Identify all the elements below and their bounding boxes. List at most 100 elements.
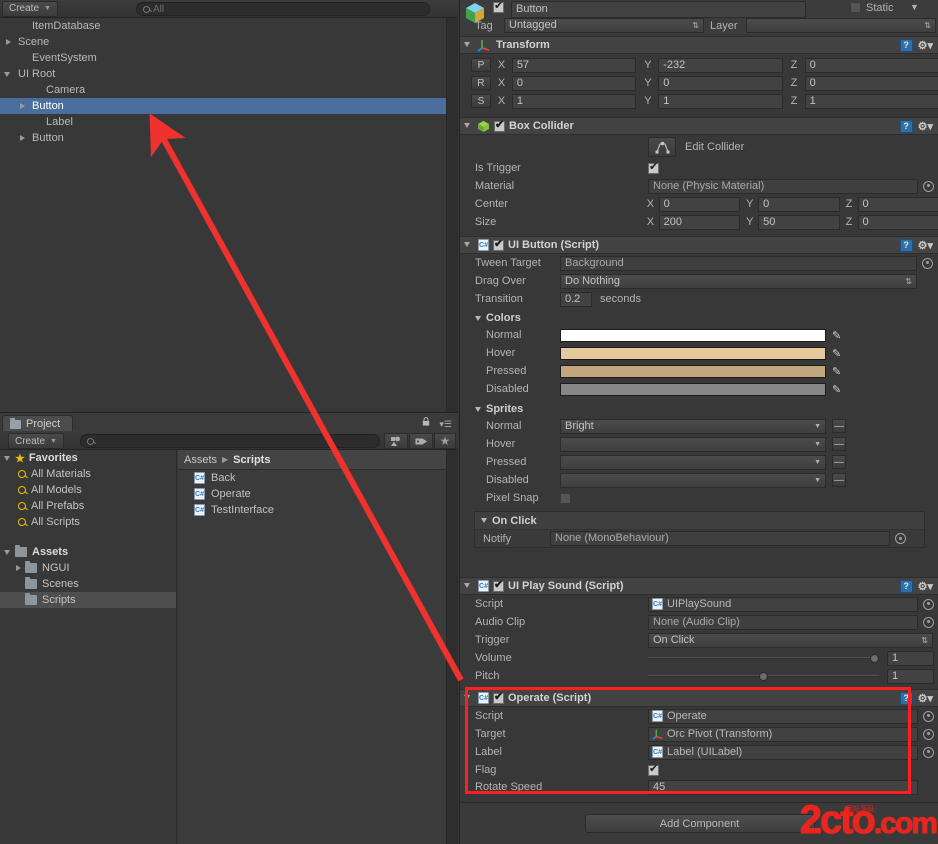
- favorite-all-scripts[interactable]: All Scripts: [0, 514, 176, 530]
- sprite-dropdown-pressed[interactable]: ▼: [560, 454, 826, 470]
- project-asset-list[interactable]: Assets ▶ Scripts C# Back C# Operate C# TestIn…: [178, 450, 446, 844]
- gear-icon[interactable]: ⚙▾: [918, 580, 933, 593]
- volume-slider[interactable]: [648, 654, 879, 663]
- add-component-button[interactable]: Add Component: [584, 814, 815, 833]
- pitch-slider[interactable]: [648, 672, 879, 681]
- transform-R-x-field[interactable]: 0: [511, 75, 637, 91]
- object-enabled-checkbox[interactable]: [493, 0, 504, 13]
- color-swatch-pressed[interactable]: [560, 364, 826, 378]
- operate-header[interactable]: C# Operate (Script) ? ⚙▾: [460, 689, 938, 707]
- center-z-field[interactable]: 0: [857, 196, 938, 212]
- object-picker-icon[interactable]: [923, 180, 934, 192]
- object-picker-icon[interactable]: [923, 710, 934, 722]
- hierarchy-create-button[interactable]: Create ▼: [2, 0, 58, 17]
- size-z-field[interactable]: 0: [857, 214, 938, 230]
- foldout-open-icon[interactable]: [4, 454, 13, 463]
- object-picker-icon[interactable]: [923, 728, 934, 740]
- transform-S-x-field[interactable]: 1: [511, 93, 637, 109]
- favorite-all-models[interactable]: All Models: [0, 482, 176, 498]
- hierarchy-search-input[interactable]: All: [136, 2, 430, 16]
- audio-clip-field[interactable]: None (Audio Clip): [648, 614, 918, 630]
- remove-sprite-button[interactable]: —: [832, 455, 846, 469]
- object-picker-icon[interactable]: [922, 257, 933, 269]
- sprites-foldout[interactable]: Sprites: [460, 401, 938, 417]
- transform-R-z-field[interactable]: 0: [804, 75, 938, 91]
- foldout-open-icon[interactable]: [464, 581, 474, 591]
- help-icon[interactable]: ?: [899, 119, 913, 133]
- hierarchy-scrollbar[interactable]: [446, 18, 458, 412]
- transform-S-z-field[interactable]: 1: [804, 93, 938, 109]
- foldout-open-icon[interactable]: [464, 693, 474, 703]
- transform-header[interactable]: Transform ? ⚙▾: [460, 36, 938, 54]
- hierarchy-item-camera[interactable]: Camera: [0, 82, 446, 98]
- foldout-closed-icon[interactable]: [18, 134, 27, 143]
- tag-dropdown[interactable]: Untagged ⇅: [504, 18, 704, 33]
- breadcrumb-root[interactable]: Assets: [184, 454, 217, 466]
- layer-dropdown[interactable]: ⇅: [746, 18, 936, 33]
- is-trigger-checkbox[interactable]: [648, 161, 659, 174]
- help-icon[interactable]: ?: [899, 579, 913, 593]
- hierarchy-item-button[interactable]: Button: [0, 98, 446, 114]
- color-swatch-hover[interactable]: [560, 346, 826, 360]
- foldout-open-icon[interactable]: [4, 70, 13, 79]
- colors-foldout[interactable]: Colors: [460, 310, 938, 326]
- lock-icon[interactable]: [422, 417, 430, 426]
- trigger-dropdown[interactable]: On Click ⇅: [648, 632, 933, 648]
- center-x-field[interactable]: 0: [658, 196, 741, 212]
- foldout-open-icon[interactable]: [464, 40, 474, 50]
- box-collider-enabled-checkbox[interactable]: [494, 119, 505, 132]
- foldout-open-icon[interactable]: [464, 240, 474, 250]
- asset-item-operate[interactable]: C# Operate: [178, 486, 446, 502]
- transform-S-prefix[interactable]: S: [470, 94, 491, 108]
- object-picker-icon[interactable]: [923, 746, 934, 758]
- sprite-dropdown-disabled[interactable]: ▼: [560, 472, 826, 488]
- gear-icon[interactable]: ⚙▾: [918, 692, 933, 705]
- pitch-slider-knob[interactable]: [759, 672, 768, 681]
- project-create-button[interactable]: Create ▼: [8, 433, 64, 449]
- on-click-foldout[interactable]: On Click: [475, 512, 924, 529]
- size-y-field[interactable]: 50: [758, 214, 840, 230]
- operate-label-field[interactable]: C# Label (UILabel): [648, 744, 918, 760]
- transform-R-prefix[interactable]: R: [470, 76, 491, 90]
- help-icon[interactable]: ?: [899, 691, 913, 705]
- volume-slider-knob[interactable]: [870, 654, 879, 663]
- favorites-header[interactable]: ★ Favorites: [0, 450, 176, 466]
- notify-field[interactable]: None (MonoBehaviour): [550, 531, 890, 546]
- project-folder-scenes[interactable]: Scenes: [0, 576, 176, 592]
- transform-P-x-field[interactable]: 57: [511, 57, 637, 73]
- hierarchy-item-eventsystem[interactable]: EventSystem: [0, 50, 446, 66]
- size-x-field[interactable]: 200: [658, 214, 741, 230]
- eyedropper-icon[interactable]: ✎: [832, 347, 841, 360]
- object-name-field[interactable]: Button: [511, 1, 806, 18]
- sprite-dropdown-normal[interactable]: Bright ▼: [560, 418, 826, 434]
- operate-script-field[interactable]: C# Operate: [648, 708, 918, 724]
- ui-button-header[interactable]: C# UI Button (Script) ? ⚙▾: [460, 236, 938, 254]
- hierarchy-tree[interactable]: ItemDatabase Scene EventSystem UI Root Camer…: [0, 18, 446, 412]
- project-folder-tree[interactable]: ★ Favorites All Materials All Models All Pre…: [0, 450, 177, 844]
- operate-flag-checkbox[interactable]: [648, 763, 659, 776]
- gear-icon[interactable]: ⚙▾: [918, 120, 933, 133]
- center-y-field[interactable]: 0: [758, 196, 840, 212]
- drag-over-dropdown[interactable]: Do Nothing ⇅: [560, 273, 917, 289]
- rotate-speed-field[interactable]: 45: [648, 779, 918, 795]
- ui-play-sound-header[interactable]: C# UI Play Sound (Script) ? ⚙▾: [460, 577, 938, 595]
- foldout-closed-icon[interactable]: [14, 564, 23, 573]
- transform-P-y-field[interactable]: -232: [658, 57, 783, 73]
- favorite-all-prefabs[interactable]: All Prefabs: [0, 498, 176, 514]
- filter-by-label-button[interactable]: [409, 433, 433, 449]
- favorites-filter-button[interactable]: ★: [434, 433, 456, 449]
- operate-enabled-checkbox[interactable]: [493, 691, 504, 704]
- remove-sprite-button[interactable]: —: [832, 473, 846, 487]
- asset-item-testinterface[interactable]: C# TestInterface: [178, 502, 446, 518]
- gear-icon[interactable]: ⚙▾: [918, 39, 933, 52]
- eyedropper-icon[interactable]: ✎: [832, 329, 841, 342]
- foldout-open-icon[interactable]: [4, 548, 13, 557]
- color-swatch-disabled[interactable]: [560, 382, 826, 396]
- object-picker-icon[interactable]: [923, 598, 934, 610]
- object-picker-icon[interactable]: [895, 533, 906, 544]
- assets-header[interactable]: Assets: [0, 544, 176, 560]
- pitch-field[interactable]: 1: [887, 668, 934, 684]
- static-dropdown-icon[interactable]: ▼: [910, 2, 919, 12]
- hierarchy-item-itemdatabase[interactable]: ItemDatabase: [0, 18, 446, 34]
- foldout-open-icon[interactable]: [464, 121, 474, 131]
